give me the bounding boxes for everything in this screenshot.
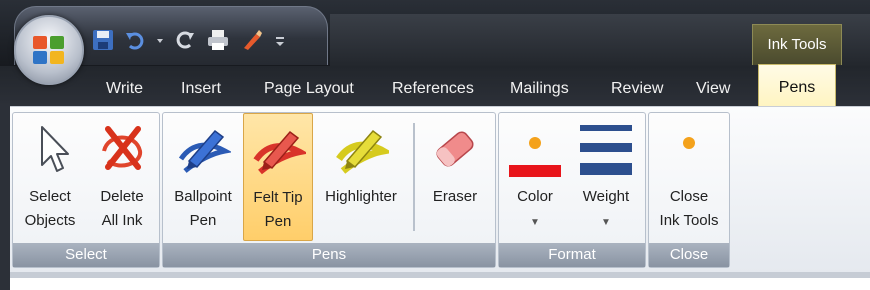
delete-all-ink-label: Delete All Ink <box>100 188 144 229</box>
redo-icon[interactable] <box>174 29 196 56</box>
color-label: Color <box>517 188 553 205</box>
tab-review[interactable]: Review <box>611 66 663 106</box>
weight-icon <box>580 125 632 175</box>
draw-icon[interactable] <box>240 28 264 57</box>
tab-view[interactable]: View <box>696 66 730 106</box>
group-pens: Ballpoint Pen Felt Tip Pen Highlighter E… <box>162 112 496 268</box>
ink-tools-context-label: Ink Tools <box>752 24 842 65</box>
ballpoint-pen-button[interactable]: Ballpoint Pen <box>167 113 239 239</box>
weight-dropdown-icon[interactable]: ▼ <box>571 211 641 235</box>
tab-pens[interactable]: Pens <box>758 64 836 109</box>
felt-tip-pen-button[interactable]: Felt Tip Pen <box>243 113 313 241</box>
office-button[interactable] <box>14 15 84 85</box>
group-close-label: Close <box>649 243 729 267</box>
group-pens-label: Pens <box>163 243 495 267</box>
felt-tip-pen-icon <box>253 130 306 175</box>
tab-insert[interactable]: Insert <box>181 66 221 106</box>
close-ink-tools-icon <box>683 137 695 149</box>
highlighter-label: Highlighter <box>325 188 397 205</box>
save-icon[interactable] <box>92 29 114 56</box>
color-dropdown-icon[interactable]: ▼ <box>501 211 569 235</box>
group-format: Color ▼ Weight ▼ Format <box>498 112 646 268</box>
undo-icon[interactable] <box>124 29 146 56</box>
select-objects-label: Select Objects <box>24 188 76 229</box>
highlighter-button[interactable]: Highlighter <box>315 113 407 239</box>
group-select: Select Objects Delete All Ink Select <box>12 112 160 268</box>
ribbon-tab-bar: Write Insert Page Layout References Mail… <box>0 64 870 109</box>
customize-toolbar-icon[interactable] <box>274 29 286 56</box>
felt-tip-pen-label: Felt Tip Pen <box>253 189 303 230</box>
tab-mailings[interactable]: Mailings <box>510 66 569 106</box>
window-left-edge <box>0 106 10 290</box>
eraser-button[interactable]: Eraser <box>419 113 491 239</box>
close-ink-tools-label: Close Ink Tools <box>659 188 719 229</box>
delete-all-ink-button[interactable]: Delete All Ink <box>87 113 157 239</box>
undo-dropdown-icon[interactable] <box>156 29 164 56</box>
color-button[interactable]: Color ▼ <box>501 113 569 239</box>
ribbon-bottom-edge <box>10 272 870 278</box>
weight-button[interactable]: Weight ▼ <box>571 113 641 239</box>
select-objects-button[interactable]: Select Objects <box>15 113 85 239</box>
tab-page-layout[interactable]: Page Layout <box>264 66 354 106</box>
delete-ink-icon <box>102 126 143 170</box>
tab-write[interactable]: Write <box>106 66 143 106</box>
eraser-icon <box>436 131 474 167</box>
group-select-label: Select <box>13 243 159 267</box>
quick-access-toolbar <box>92 28 286 57</box>
close-ink-tools-button[interactable]: Close Ink Tools <box>651 113 727 239</box>
highlighter-icon <box>336 129 389 174</box>
ballpoint-pen-icon <box>178 129 231 173</box>
pens-separator <box>413 123 415 231</box>
group-close: Close Ink Tools Close <box>648 112 730 268</box>
weight-label: Weight <box>582 188 630 205</box>
color-icon <box>509 137 561 177</box>
group-format-label: Format <box>499 243 645 267</box>
ballpoint-pen-label: Ballpoint Pen <box>174 188 232 229</box>
office-logo-icon <box>33 36 64 64</box>
select-arrow-icon <box>41 126 69 172</box>
eraser-label: Eraser <box>432 188 478 205</box>
print-icon[interactable] <box>206 29 230 56</box>
tab-references[interactable]: References <box>392 66 474 106</box>
